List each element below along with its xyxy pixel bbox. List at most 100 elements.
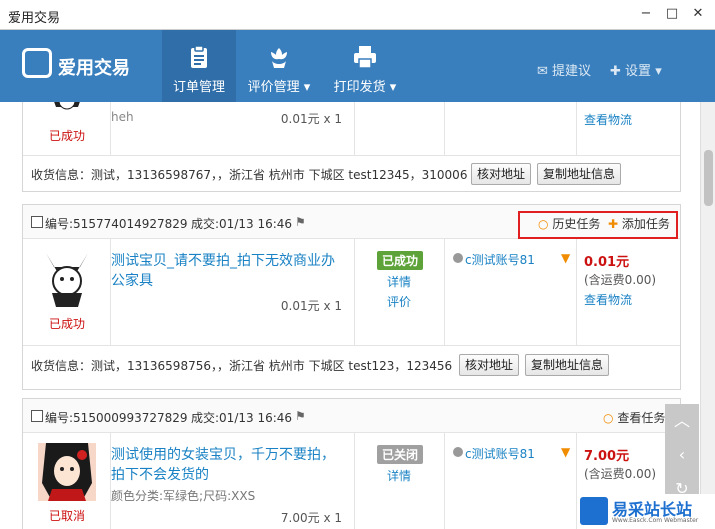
close-button[interactable]: ✕	[688, 6, 708, 22]
price-qty: 7.00元 x 1	[280, 511, 342, 525]
settings-link[interactable]: ✚ 设置 ▾	[610, 60, 662, 79]
status-badge: 已成功	[377, 251, 424, 270]
status-cell: 已成功 详情 评价	[355, 239, 445, 345]
avatar-cell: 已成功	[23, 239, 111, 345]
buyer-cell	[445, 102, 577, 155]
history-task-link[interactable]: ○ 历史任务	[538, 215, 600, 232]
chevron-left-icon: ‹	[678, 445, 686, 464]
buyer-cell: c测试账号81 ▼	[445, 239, 577, 345]
flag-icon[interactable]: ⚑	[295, 215, 306, 229]
clipboard-icon	[191, 45, 207, 68]
avatar-cell: 已成功	[23, 102, 111, 155]
shipping-row: 收货信息：测试，13136598756，，浙江省 杭州市 下城区 test123…	[23, 345, 680, 381]
copy-address-button[interactable]: 复制地址信息	[537, 163, 621, 185]
order-checkbox[interactable]	[31, 410, 43, 422]
copy-address-button[interactable]: 复制地址信息	[525, 354, 609, 376]
detail-link[interactable]: 详情	[387, 467, 411, 484]
order-card: 已成功 heh 0.01元 x 1 查看物流 收货信息：测试，131365987…	[22, 102, 681, 192]
add-task-link[interactable]: ✚ 添加任务	[608, 215, 670, 232]
order-list: 已成功 heh 0.01元 x 1 查看物流 收货信息：测试，131365987…	[0, 102, 700, 529]
status-cell	[355, 102, 445, 155]
buyer-link[interactable]: c测试账号81	[465, 251, 535, 268]
order-status: 已成功	[49, 317, 86, 331]
order-status: 已成功	[49, 129, 86, 143]
buyer-link[interactable]: c测试账号81	[465, 445, 535, 462]
nav-print-ship[interactable]: 打印发货 ▾	[326, 30, 404, 102]
product-sku: 颜色分类:军绿色;尺码:XXS	[111, 489, 256, 503]
back-button[interactable]: ‹	[665, 438, 699, 472]
status-badge: 已关闭	[377, 445, 424, 464]
product-thumbnail	[46, 253, 88, 307]
check-address-button[interactable]: 核对地址	[459, 354, 519, 376]
chevron-up-icon: ︿	[673, 411, 690, 430]
price-qty: 0.01元 x 1	[280, 112, 342, 126]
product-thumbnail	[38, 443, 96, 501]
user-icon	[453, 253, 463, 263]
order-header: 编号:515774014927829 成交:01/13 16:46 ⚑ ○ 历史…	[23, 205, 680, 239]
order-price: 0.01元	[584, 255, 630, 270]
shipping-info: 收货信息：测试，13136598756，，浙江省 杭州市 下城区 test123…	[31, 359, 453, 373]
order-price: 7.00元	[584, 449, 630, 464]
scrollbar-thumb[interactable]	[704, 150, 713, 206]
nav-review-management[interactable]: 评价管理 ▾	[242, 30, 316, 102]
product-title-link[interactable]: 测试使用的女装宝贝，千万不要拍，拍下不会发货的	[111, 445, 347, 485]
order-status: 已取消	[49, 509, 86, 523]
app-header: 爱用交易 订单管理 评价管理 ▾ 打印发货 ▾ ✉ 提建议 ✚ 设置 ▾	[0, 30, 715, 102]
flag-icon[interactable]: ⚑	[295, 409, 306, 423]
order-checkbox[interactable]	[31, 216, 43, 228]
avatar-cell: 已取消	[23, 433, 111, 529]
gear-icon: ✚	[610, 64, 621, 79]
scroll-top-button[interactable]: ︿	[665, 404, 699, 438]
vertical-scrollbar[interactable]	[700, 102, 715, 529]
search-icon: ○	[538, 217, 549, 231]
view-logistics-link[interactable]: 查看物流	[584, 291, 632, 308]
shipping-row: 收货信息：测试，13136598767，，浙江省 杭州市 下城区 test123…	[23, 155, 680, 191]
order-id: 编号:515000993727829	[45, 411, 188, 425]
maximize-button[interactable]: □	[662, 6, 682, 22]
deal-time: 成交:01/13 16:46	[191, 411, 293, 425]
product-cell: 测试宝贝_请不要拍_拍下无效商业办公家具 0.01元 x 1	[111, 239, 355, 345]
nav-label: 评价管理 ▾	[247, 80, 311, 95]
mail-icon: ✉	[537, 64, 548, 79]
nav-order-management[interactable]: 订单管理	[162, 30, 236, 102]
plus-icon: ✚	[608, 217, 619, 231]
nav-label: 打印发货 ▾	[333, 80, 397, 95]
buyer-cell: c测试账号81 ▼	[445, 433, 577, 529]
product-cell: heh 0.01元 x 1	[111, 102, 355, 155]
order-header: 编号:515000993727829 成交:01/13 16:46 ⚑ ○ 查看…	[23, 399, 680, 433]
user-icon	[453, 447, 463, 457]
buyer-fragment: heh	[111, 110, 134, 124]
logo-icon	[22, 48, 52, 78]
order-card: 编号:515774014927829 成交:01/13 16:46 ⚑ ○ 历史…	[22, 204, 681, 390]
price-qty: 0.01元 x 1	[280, 299, 342, 313]
shipping-info: 收货信息：测试，13136598767，，浙江省 杭州市 下城区 test123…	[31, 168, 468, 182]
filter-icon[interactable]: ▼	[561, 445, 570, 459]
watermark-logo-icon	[580, 497, 608, 525]
watermark-subtext: Www.Easck.Com Webmaster	[612, 517, 699, 524]
app-logo: 爱用交易	[22, 48, 142, 84]
status-cell: 已关闭 详情	[355, 433, 445, 529]
minimize-button[interactable]: −	[636, 6, 656, 22]
order-id: 编号:515774014927829	[45, 217, 188, 231]
search-icon: ○	[603, 411, 614, 425]
logo-text: 爱用交易	[58, 58, 130, 79]
product-thumbnail	[54, 102, 80, 110]
deal-time: 成交:01/13 16:46	[191, 217, 293, 231]
filter-icon[interactable]: ▼	[561, 251, 570, 265]
check-address-button[interactable]: 核对地址	[471, 163, 531, 185]
product-title-link[interactable]: 测试宝贝_请不要拍_拍下无效商业办公家具	[111, 251, 347, 291]
postage: (含运费0.00)	[584, 467, 657, 481]
detail-link[interactable]: 详情	[387, 273, 411, 290]
product-cell: 测试使用的女装宝贝，千万不要拍，拍下不会发货的 颜色分类:军绿色;尺码:XXS …	[111, 433, 355, 529]
suggest-link[interactable]: ✉ 提建议	[537, 60, 591, 79]
view-task-link[interactable]: ○ 查看任务	[603, 409, 665, 426]
window-title: 爱用交易	[8, 11, 61, 26]
flower-icon	[271, 48, 287, 68]
postage: (含运费0.00)	[584, 273, 657, 287]
view-logistics-link[interactable]: 查看物流	[584, 111, 632, 128]
title-bar: 爱用交易 − □ ✕	[0, 0, 715, 30]
review-link[interactable]: 评价	[387, 293, 411, 310]
printer-icon	[354, 46, 376, 69]
nav-label: 订单管理	[172, 80, 225, 95]
watermark: 易采站长站 Www.Easck.Com Webmaster	[580, 494, 715, 529]
